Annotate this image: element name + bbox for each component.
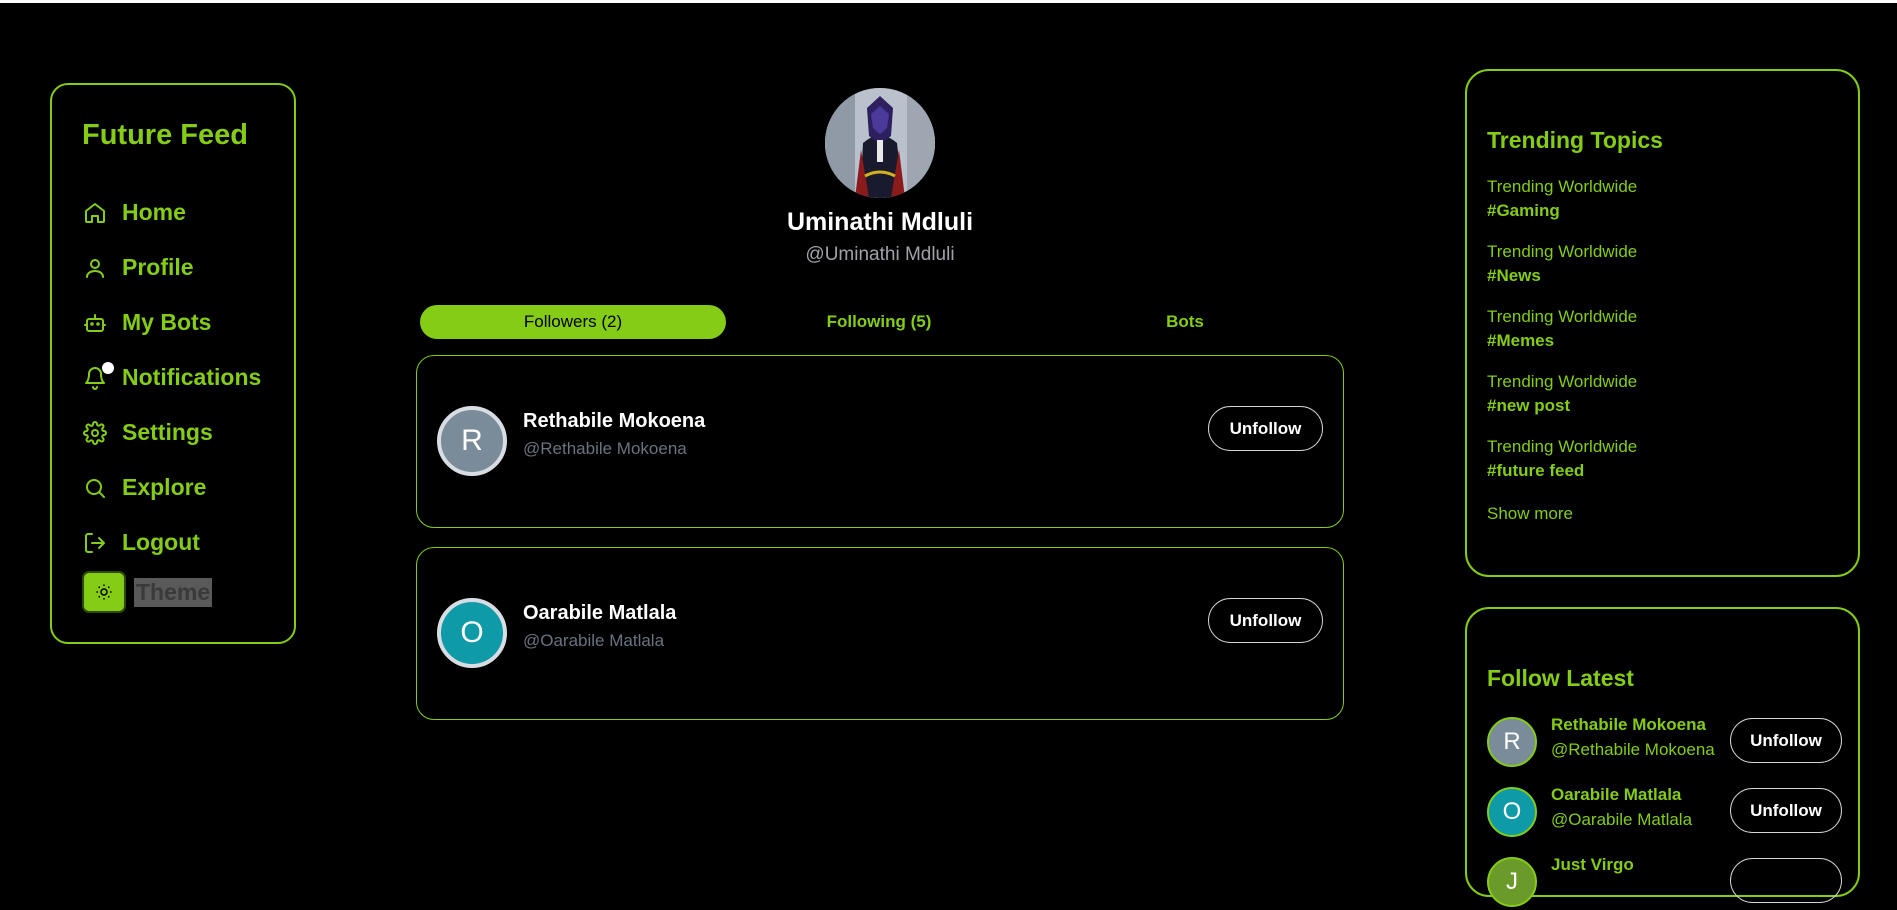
follow-latest-panel: Follow Latest R Rethabile Mokoena @Retha… (1465, 607, 1860, 907)
sun-icon (96, 584, 112, 600)
avatar: O (1487, 787, 1537, 837)
user-name[interactable]: Oarabile Matlala (1551, 785, 1681, 805)
profile-avatar (825, 88, 935, 198)
sidebar-item-label: Explore (122, 474, 207, 500)
sidebar: Future Feed Home Profile My Bots Notific… (50, 83, 296, 644)
sidebar-item-label: My Bots (122, 309, 212, 335)
trend-item: Trending Worldwide #new post (1487, 372, 1637, 437)
notification-dot (102, 361, 114, 374)
trend-tag[interactable]: #future feed (1487, 461, 1637, 481)
theme-toggle-row: Theme (82, 571, 213, 613)
user-handle: @Rethabile Mokoena (1551, 740, 1715, 759)
sidebar-item-profile[interactable]: Profile (82, 240, 261, 295)
follower-card: O Oarabile Matlala @Oarabile Matlala Unf… (416, 547, 1344, 720)
trending-title: Trending Topics (1487, 127, 1663, 153)
user-name[interactable]: Just Virgo (1551, 855, 1634, 875)
trending-panel: Trending Topics Trending Worldwide #Gami… (1465, 69, 1860, 577)
avatar: R (437, 406, 507, 476)
trend-tag[interactable]: #Memes (1487, 331, 1637, 351)
avatar: R (1487, 717, 1537, 767)
user-handle: @Oarabile Matlala (1551, 810, 1693, 829)
logout-icon (82, 530, 108, 556)
theme-toggle-button[interactable] (82, 571, 126, 613)
search-icon (82, 475, 108, 501)
trending-list: Trending Worldwide #Gaming Trending Worl… (1487, 177, 1637, 502)
sidebar-item-label: Home (122, 199, 186, 225)
theme-label[interactable]: Theme (134, 577, 213, 607)
brand-title: Future Feed (82, 119, 248, 151)
trend-tag[interactable]: #Gaming (1487, 201, 1637, 221)
gear-icon (82, 420, 108, 446)
follower-name[interactable]: Rethabile Mokoena (523, 410, 705, 433)
unfollow-button[interactable]: Unfollow (1730, 718, 1842, 763)
sidebar-item-label: Logout (122, 529, 200, 555)
sidebar-item-explore[interactable]: Explore (82, 460, 261, 515)
trend-item: Trending Worldwide #Memes (1487, 307, 1637, 372)
follow-latest-item: O Oarabile Matlala @Oarabile Matlala Unf… (1487, 785, 1842, 840)
trend-tag[interactable]: #News (1487, 266, 1637, 286)
sidebar-item-notifications[interactable]: Notifications (82, 350, 261, 405)
show-more-link[interactable]: Show more (1487, 504, 1573, 524)
sidebar-item-settings[interactable]: Settings (82, 405, 261, 460)
home-icon (82, 200, 108, 226)
sidebar-item-label: Profile (122, 254, 194, 280)
top-border (0, 0, 1897, 3)
profile-avatar-image (825, 88, 935, 198)
profile-handle: @Uminathi Mdluli (805, 244, 955, 265)
trend-tag[interactable]: #new post (1487, 396, 1637, 416)
trend-subtitle: Trending Worldwide (1487, 437, 1638, 456)
follower-name[interactable]: Oarabile Matlala (523, 602, 676, 625)
unfollow-button[interactable]: Unfollow (1730, 788, 1842, 833)
follow-button[interactable] (1730, 858, 1842, 903)
trend-subtitle: Trending Worldwide (1487, 372, 1638, 391)
unfollow-button[interactable]: Unfollow (1208, 406, 1323, 451)
sidebar-item-label: Notifications (122, 364, 262, 390)
profile-tabs: Followers (2) Following (5) Bots (420, 305, 1338, 339)
sidebar-nav: Home Profile My Bots Notifications Setti… (82, 185, 261, 570)
trend-item: Trending Worldwide #future feed (1487, 437, 1637, 502)
tab-followers[interactable]: Followers (2) (420, 305, 726, 339)
tab-following[interactable]: Following (5) (726, 305, 1032, 339)
avatar: O (437, 598, 507, 668)
sidebar-item-label: Settings (122, 419, 213, 445)
follower-handle: @Oarabile Matlala (523, 631, 665, 650)
avatar: J (1487, 857, 1537, 907)
follow-latest-item: J Just Virgo (1487, 855, 1842, 910)
trend-subtitle: Trending Worldwide (1487, 307, 1638, 326)
follower-card: R Rethabile Mokoena @Rethabile Mokoena U… (416, 355, 1344, 528)
follow-latest-item: R Rethabile Mokoena @Rethabile Mokoena U… (1487, 715, 1842, 770)
bot-icon (82, 310, 108, 336)
unfollow-button[interactable]: Unfollow (1208, 598, 1323, 643)
bell-icon (82, 361, 114, 391)
sidebar-item-logout[interactable]: Logout (82, 515, 261, 570)
follow-latest-title: Follow Latest (1487, 665, 1634, 691)
sidebar-item-my-bots[interactable]: My Bots (82, 295, 261, 350)
trend-item: Trending Worldwide #Gaming (1487, 177, 1637, 242)
trend-subtitle: Trending Worldwide (1487, 242, 1638, 261)
user-name[interactable]: Rethabile Mokoena (1551, 715, 1706, 735)
trend-item: Trending Worldwide #News (1487, 242, 1637, 307)
sidebar-item-home[interactable]: Home (82, 185, 261, 240)
trend-subtitle: Trending Worldwide (1487, 177, 1638, 196)
user-icon (82, 255, 108, 281)
tab-bots[interactable]: Bots (1032, 305, 1338, 339)
follower-handle: @Rethabile Mokoena (523, 439, 687, 458)
profile-name: Uminathi Mdluli (786, 208, 974, 236)
